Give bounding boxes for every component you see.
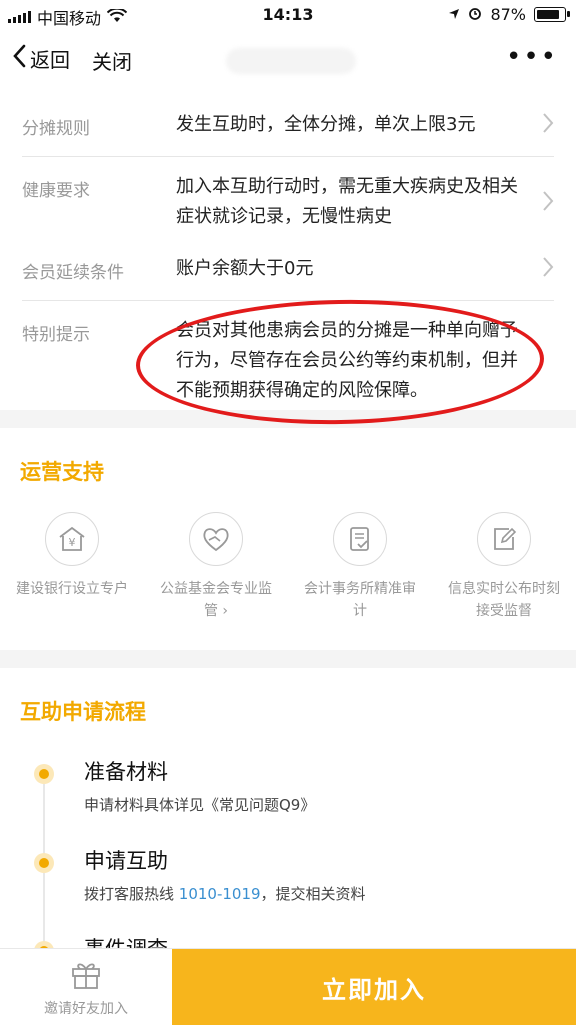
nav-bar: 返回 关闭 •••: [0, 30, 576, 88]
chevron-right-icon: [542, 190, 554, 218]
audit-document-icon: [333, 512, 387, 566]
step-desc-prefix: 拨打客服热线: [84, 885, 179, 903]
info-label: 会员延续条件: [22, 263, 124, 283]
gift-icon: [69, 957, 103, 995]
info-row-share-rule[interactable]: 分摊规则 发生互助时，全体分摊，单次上限3元: [22, 88, 554, 157]
info-value: 账户余额大于0元: [176, 258, 314, 279]
svg-text:¥: ¥: [69, 536, 76, 549]
bottom-bar: 邀请好友加入 立即加入: [0, 948, 576, 1025]
step-dot: [34, 764, 54, 784]
feature-text: 建设银行设立专户: [16, 581, 128, 597]
back-button[interactable]: 返回: [12, 44, 70, 73]
status-bar: 中国移动 14:13 87%: [0, 0, 576, 30]
chevron-right-icon: [542, 256, 554, 284]
invite-friends-button[interactable]: 邀请好友加入: [0, 949, 172, 1025]
chevron-right-icon: [542, 112, 554, 140]
info-row-renewal[interactable]: 会员延续条件 账户余额大于0元: [22, 232, 554, 301]
feature-text: 信息实时公布时刻接受监督: [448, 581, 560, 619]
battery-percent: 87%: [490, 5, 526, 24]
heart-hands-icon: [189, 512, 243, 566]
step-title: 申请互助: [84, 849, 168, 873]
feature-text: 公益基金会专业监管 ›: [160, 581, 272, 619]
section-title: 运营支持: [20, 460, 104, 484]
step-dot: [34, 853, 54, 873]
more-button[interactable]: •••: [506, 42, 558, 72]
info-value: 发生互助时，全体分摊，单次上限3元: [176, 114, 476, 135]
section-title: 互助申请流程: [20, 700, 146, 724]
bank-icon: ¥: [45, 512, 99, 566]
chevron-left-icon: [12, 44, 26, 73]
feature-bank-account: ¥ 建设银行设立专户: [0, 512, 144, 622]
step-title: 准备材料: [84, 760, 168, 784]
feature-foundation[interactable]: 公益基金会专业监管 ›: [144, 512, 288, 622]
redacted-title: [226, 48, 356, 74]
hotline-link[interactable]: 1010-1019: [179, 885, 261, 903]
join-now-button[interactable]: 立即加入: [172, 949, 576, 1025]
info-value: 加入本互助行动时，需无重大疾病史及相关症状就诊记录，无慢性病史: [176, 176, 518, 227]
back-label: 返回: [30, 48, 70, 72]
feature-text: 会计事务所精准审计: [304, 581, 416, 619]
battery-icon: [534, 7, 570, 22]
invite-label: 邀请好友加入: [44, 1001, 128, 1017]
step-desc-suffix: ，提交相关资料: [260, 885, 366, 903]
support-features: ¥ 建设银行设立专户 公益基金会专业监管 › 会计事务所精准审计 信息实时公布时…: [0, 512, 576, 622]
step-desc: 申请材料具体详见《常见问题Q9》: [84, 796, 316, 814]
status-right: 87%: [448, 5, 570, 24]
step-desc: 拨打客服热线 1010-1019，提交相关资料: [84, 883, 366, 904]
feature-audit: 会计事务所精准审计: [288, 512, 432, 622]
alarm-icon: [468, 5, 482, 24]
close-button[interactable]: 关闭: [92, 46, 132, 75]
support-card: 运营支持 ¥ 建设银行设立专户 公益基金会专业监管 › 会计事务所精准审计 信息…: [0, 428, 576, 650]
feature-disclosure: 信息实时公布时刻接受监督: [432, 512, 576, 622]
info-label: 健康要求: [22, 181, 90, 201]
info-label: 分摊规则: [22, 119, 90, 139]
info-label: 特别提示: [22, 325, 90, 345]
location-icon: [448, 5, 460, 24]
edit-document-icon: [477, 512, 531, 566]
